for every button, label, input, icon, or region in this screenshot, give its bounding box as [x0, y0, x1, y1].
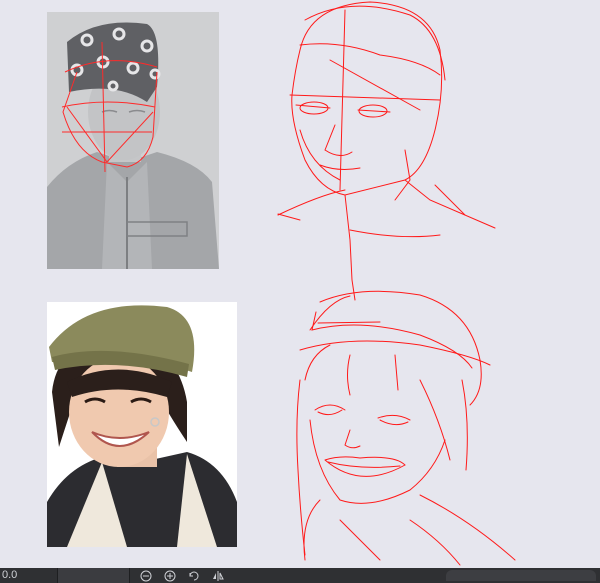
zoom-in-icon[interactable]	[162, 568, 178, 583]
rotate-icon[interactable]	[186, 568, 202, 583]
zoom-value[interactable]: 0.0	[0, 568, 58, 583]
navigator-thumbnail[interactable]	[58, 568, 130, 583]
sketch-layer[interactable]	[0, 0, 600, 568]
flip-icon[interactable]	[210, 568, 226, 583]
drawing-canvas[interactable]	[0, 0, 600, 568]
scrollbar-horizontal[interactable]	[446, 570, 596, 581]
zoom-out-icon[interactable]	[138, 568, 154, 583]
status-bar: 0.0	[0, 568, 600, 583]
